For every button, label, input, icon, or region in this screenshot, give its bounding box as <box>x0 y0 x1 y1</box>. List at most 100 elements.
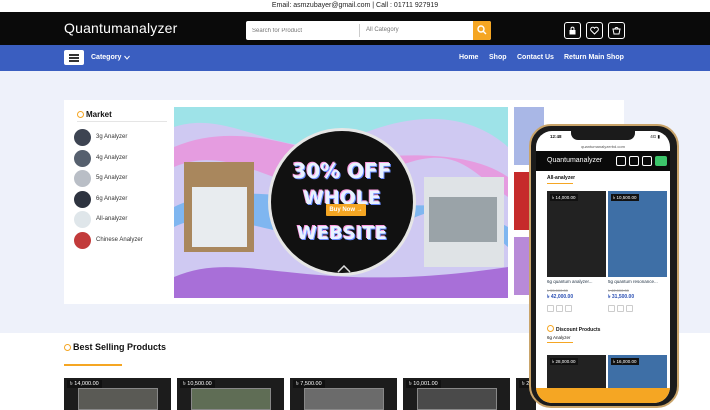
divider <box>77 121 167 122</box>
mobile-product-card[interactable]: ৳ 16,000.00 <box>608 355 667 388</box>
mobile-product-name[interactable]: 6g quantum analyzer... <box>547 279 593 284</box>
main-nav: Category Home Shop Contact Us Return Mai… <box>0 45 710 71</box>
product-card[interactable]: ৳ 14,000.00 <box>64 378 171 410</box>
product-image <box>191 388 271 410</box>
mobile-menu-icon[interactable] <box>655 156 667 166</box>
site-logo[interactable]: Quantumanalyzer <box>64 20 178 36</box>
hamburger-icon <box>69 57 79 59</box>
cart-icon[interactable] <box>547 305 554 312</box>
banner-line-3: WEBSITE <box>296 223 388 244</box>
price-tag: ৳ 10,001.00 <box>406 380 441 388</box>
sidebar-item-label: 5g Analyzer <box>96 175 128 181</box>
heart-icon[interactable] <box>617 305 624 312</box>
price-tag: ৳ 28,000.00 <box>550 358 578 365</box>
search-input[interactable] <box>252 23 357 38</box>
product-image <box>78 388 158 410</box>
mobile-product-name[interactable]: 5g quantum resonance... <box>608 279 658 284</box>
bullet-icon <box>547 325 554 332</box>
sidebar-item-3g[interactable]: 3g Analyzer <box>74 129 169 147</box>
discount-title: Discount Products <box>556 327 601 333</box>
compare-icon[interactable] <box>626 305 633 312</box>
mobile-cart-icon[interactable] <box>642 156 652 166</box>
mobile-search-icon[interactable] <box>616 156 626 166</box>
header-bar: Quantumanalyzer All Category <box>0 12 710 45</box>
nav-return-main-shop[interactable]: Return Main Shop <box>564 45 624 71</box>
mobile-subsection: 6g Analyzer <box>547 335 571 340</box>
sidebar-item-label: 6g Analyzer <box>96 196 128 202</box>
sidebar-item-all-analyzer[interactable]: All-analyzer <box>74 211 169 229</box>
heading-underline <box>547 183 573 184</box>
phone-screen: 12:48 4G ▮ quantumanalyzerbd.com Quantum… <box>536 131 670 403</box>
analyzer-thumbnail <box>74 211 91 228</box>
sidebar-item-chinese-analyzer[interactable]: Chinese Analyzer <box>74 232 169 250</box>
category-select[interactable]: All Category <box>366 21 466 40</box>
price-tag: ৳ 14,000.00 <box>550 194 578 201</box>
mobile-section-title: Discount Products <box>547 325 600 333</box>
mobile-account-icon[interactable] <box>629 156 639 166</box>
price-tag: ৳ 10,500.00 <box>180 380 215 388</box>
top-contact-strip: Email: asmzubayer@gmail.com | Call : 017… <box>0 0 710 12</box>
sidebar-item-5g[interactable]: 5g Analyzer <box>74 170 169 188</box>
compare-icon[interactable] <box>565 305 572 312</box>
mobile-url: quantumanalyzerbd.com <box>581 144 625 149</box>
heart-icon[interactable] <box>556 305 563 312</box>
product-image <box>417 388 497 410</box>
mobile-section-title: All-analyzer <box>547 175 576 181</box>
status-signal: 4G ▮ <box>650 134 660 139</box>
cart-icon[interactable] <box>608 305 615 312</box>
search-bar: All Category <box>246 21 491 40</box>
discount-badge: 30% OFF WHOLE WEBSITE Buy Now → <box>268 128 416 276</box>
mobile-product-card[interactable]: ৳ 28,000.00 <box>547 355 606 388</box>
menu-button[interactable] <box>64 50 84 65</box>
mobile-product-card[interactable]: ৳ 10,500.00 <box>608 191 667 277</box>
sale-price: ৳ 42,000.00 <box>547 294 574 300</box>
nav-contact[interactable]: Contact Us <box>517 45 554 71</box>
mobile-bottom-nav <box>536 388 670 403</box>
best-selling-heading: Best Selling Products <box>64 342 166 352</box>
price-tag: ৳ 7,500.00 <box>293 380 325 388</box>
sidebar-item-label: Chinese Analyzer <box>96 237 143 243</box>
hamburger-icon <box>69 54 79 56</box>
product-card[interactable]: ৳ 10,500.00 <box>177 378 284 410</box>
mobile-logo[interactable]: Quantumanalyzer <box>547 157 602 164</box>
analyzer-thumbnail <box>74 129 91 146</box>
nav-shop[interactable]: Shop <box>489 45 507 71</box>
analyzer-thumbnail <box>74 150 91 167</box>
price-tag: ৳ 14,000.00 <box>67 380 102 388</box>
lock-icon <box>569 26 576 35</box>
sidebar-item-6g[interactable]: 6g Analyzer <box>74 191 169 209</box>
analyzer-thumbnail <box>74 232 91 249</box>
cart-button[interactable] <box>608 22 625 39</box>
status-time: 12:48 <box>550 134 562 139</box>
sidebar-item-4g[interactable]: 4g Analyzer <box>74 150 169 168</box>
product-card[interactable]: ৳ 7,500.00 <box>290 378 397 410</box>
search-button[interactable] <box>473 21 491 40</box>
account-button[interactable] <box>564 22 581 39</box>
category-menu[interactable]: Category <box>91 45 121 71</box>
sidebar-item-label: 3g Analyzer <box>96 134 128 140</box>
nav-home[interactable]: Home <box>459 45 478 71</box>
product-card[interactable]: ৳ 10,001.00 <box>403 378 510 410</box>
search-divider <box>359 24 360 37</box>
mobile-header: Quantumanalyzer <box>536 151 670 171</box>
chevron-up-icon[interactable] <box>337 265 351 273</box>
heading-underline <box>547 342 573 343</box>
heading-underline <box>64 364 122 366</box>
phone-notch <box>571 131 635 140</box>
market-title: Market <box>86 110 112 119</box>
wishlist-button[interactable] <box>586 22 603 39</box>
sale-price: ৳ 31,500.00 <box>608 294 635 300</box>
search-icon <box>477 25 487 35</box>
bullet-icon <box>77 111 84 118</box>
bullet-icon <box>64 344 71 351</box>
banner-line-1: 30% OFF <box>292 159 392 183</box>
price-tag: ৳ 10,500.00 <box>611 194 639 201</box>
analyzer-thumbnail <box>74 191 91 208</box>
buy-now-button[interactable]: Buy Now → <box>326 204 366 216</box>
best-selling-title: Best Selling Products <box>73 342 167 352</box>
sidebar-item-label: 4g Analyzer <box>96 155 128 161</box>
sidebar-item-label: All-analyzer <box>96 216 128 222</box>
price-tag: ৳ 16,000.00 <box>611 358 639 365</box>
mobile-product-card[interactable]: ৳ 14,000.00 <box>547 191 606 277</box>
cart-icon <box>612 27 621 35</box>
